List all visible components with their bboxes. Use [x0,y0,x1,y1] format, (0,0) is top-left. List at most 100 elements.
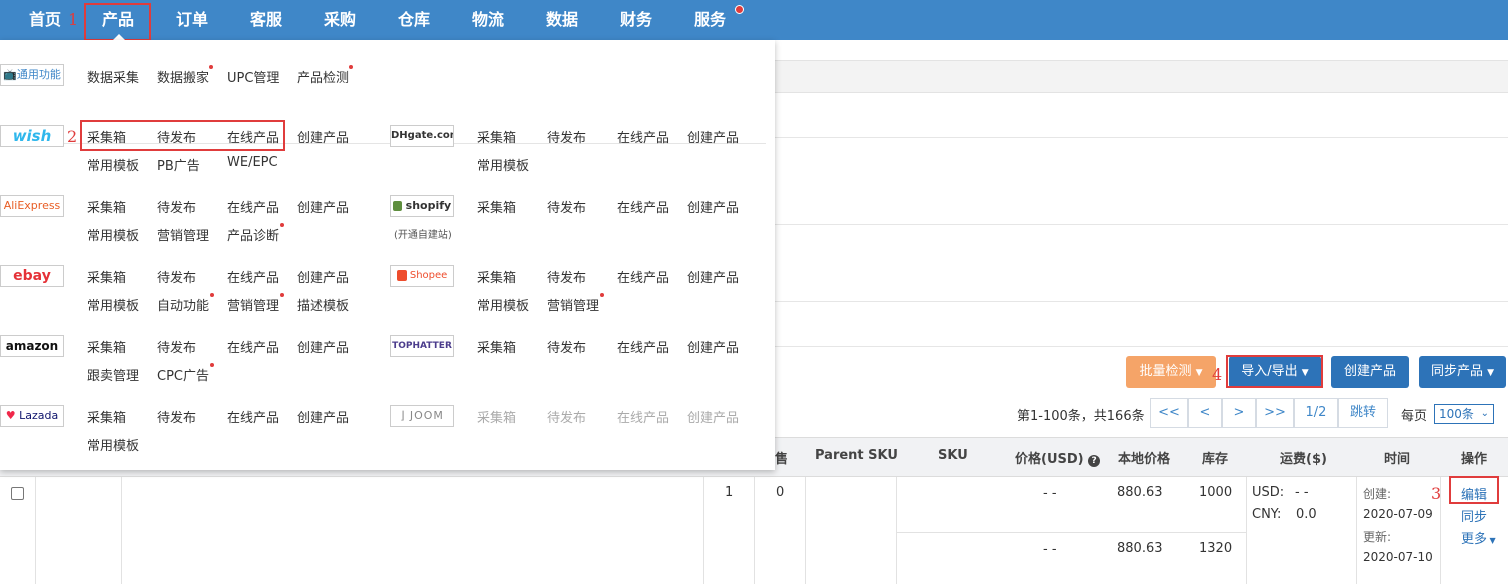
dhgate-collect-box[interactable]: 采集箱 [477,127,516,146]
highlight-box-wish [80,120,285,151]
ebay-templates[interactable]: 常用模板 [87,295,139,314]
sync-product-button[interactable]: 同步产品 ▼ [1419,356,1506,388]
batch-check-button[interactable]: 批量检测 ▼ [1126,356,1216,388]
aliexpress-diagnosis[interactable]: 产品诊断 [227,225,279,244]
menu-product-check[interactable]: 产品检测 [297,67,349,86]
nav-finance[interactable]: 财务 [606,0,666,40]
sync-link[interactable]: 同步 [1461,506,1487,525]
nav-home[interactable]: 首页 [15,0,75,40]
shopee-templates[interactable]: 常用模板 [477,295,529,314]
amazon-online[interactable]: 在线产品 [227,337,279,356]
row-checkbox[interactable] [11,487,24,500]
more-label: 更多 [1461,532,1488,547]
lazada-create[interactable]: 创建产品 [297,407,349,426]
ebay-auto-functions[interactable]: 自动功能 [157,295,209,314]
th-actions: 操作 [1461,452,1488,467]
nav-data[interactable]: 数据 [532,0,592,40]
more-link[interactable]: 更多 ▼ [1461,528,1496,547]
wish-pb-ads[interactable]: PB广告 [157,155,200,174]
shopee-marketing[interactable]: 营销管理 [547,295,599,314]
products-dropdown-menu: 📺通用功能 数据采集 数据搬家 UPC管理 产品检测 wish 2 采集箱 待发… [0,40,775,470]
nav-purchase[interactable]: 采购 [310,0,370,40]
new-dot-icon [349,65,353,69]
amazon-collect-box[interactable]: 采集箱 [87,337,126,356]
wish-templates[interactable]: 常用模板 [87,155,139,174]
grid-line [754,477,755,584]
tophatter-collect-box[interactable]: 采集箱 [477,337,516,356]
help-icon[interactable]: ? [1088,455,1101,467]
shopee-pending[interactable]: 待发布 [547,267,586,286]
tophatter-online[interactable]: 在线产品 [617,337,669,356]
lazada-online[interactable]: 在线产品 [227,407,279,426]
shopify-pending[interactable]: 待发布 [547,197,586,216]
ebay-pending[interactable]: 待发布 [157,267,196,286]
joom-mark-icon: ⌋ [400,409,406,422]
amazon-create[interactable]: 创建产品 [297,337,349,356]
ebay-collect-box[interactable]: 采集箱 [87,267,126,286]
joom-logo-text: JOOM [409,409,444,422]
new-dot-icon [210,363,214,367]
dhgate-online[interactable]: 在线产品 [617,127,669,146]
shopify-create[interactable]: 创建产品 [687,197,739,216]
lazada-logo: ♥ Lazada [0,405,64,427]
lazada-collect-box[interactable]: 采集箱 [87,407,126,426]
tophatter-pending[interactable]: 待发布 [547,337,586,356]
nav-services[interactable]: 服务 [680,0,740,40]
next-page-button[interactable]: > [1222,398,1256,428]
prev-page-button[interactable]: < [1188,398,1222,428]
batch-check-label: 批量检测 [1139,364,1192,379]
shopee-create[interactable]: 创建产品 [687,267,739,286]
nav-logistics[interactable]: 物流 [458,0,518,40]
lazada-pending[interactable]: 待发布 [157,407,196,426]
create-product-button[interactable]: 创建产品 [1331,356,1409,388]
ebay-marketing[interactable]: 营销管理 [227,295,279,314]
dhgate-pending[interactable]: 待发布 [547,127,586,146]
shopify-online[interactable]: 在线产品 [617,197,669,216]
shopify-note: (开通自建站) [394,230,452,241]
shopify-collect-box[interactable]: 采集箱 [477,197,516,216]
shopee-collect-box[interactable]: 采集箱 [477,267,516,286]
amazon-cpc-ads[interactable]: CPC广告 [157,365,209,384]
first-page-button[interactable]: << [1150,398,1188,428]
cell-price-2: - - [1043,542,1057,557]
dhgate-templates[interactable]: 常用模板 [477,155,529,174]
wish-create[interactable]: 创建产品 [297,127,349,146]
th-price-label: 价格(USD) [1015,452,1084,467]
divider [775,301,1508,302]
per-page-value: 100条 [1439,407,1474,421]
nav-warehouse[interactable]: 仓库 [384,0,444,40]
aliexpress-create[interactable]: 创建产品 [297,197,349,216]
nav-orders[interactable]: 订单 [162,0,222,40]
per-page-select[interactable]: 100条 ⌄ [1434,404,1494,424]
aliexpress-marketing[interactable]: 营销管理 [157,225,209,244]
wish-we-epc[interactable]: WE/EPC [227,155,278,170]
last-page-button[interactable]: >> [1256,398,1294,428]
jump-button[interactable]: 跳转 [1338,398,1388,428]
aliexpress-pending[interactable]: 待发布 [157,197,196,216]
filter-band [775,60,1508,93]
dhgate-create[interactable]: 创建产品 [687,127,739,146]
nav-customer-service[interactable]: 客服 [236,0,296,40]
menu-data-collect[interactable]: 数据采集 [87,67,139,86]
ebay-create[interactable]: 创建产品 [297,267,349,286]
menu-upc-manage[interactable]: UPC管理 [227,67,279,86]
shopee-online[interactable]: 在线产品 [617,267,669,286]
joom-create: 创建产品 [687,411,740,426]
ebay-description-templates[interactable]: 描述模板 [297,295,349,314]
amazon-pending[interactable]: 待发布 [157,337,196,356]
amazon-follow-sell[interactable]: 跟卖管理 [87,365,139,384]
tophatter-create[interactable]: 创建产品 [687,337,739,356]
per-page-label: 每页 [1401,409,1428,424]
aliexpress-templates[interactable]: 常用模板 [87,225,139,244]
menu-data-move[interactable]: 数据搬家 [157,67,209,86]
chevron-down-icon: ⌄ [1480,408,1489,419]
aliexpress-online[interactable]: 在线产品 [227,197,279,216]
page-indicator: 1/2 [1294,398,1338,428]
shipping-usd-value: - - [1295,485,1309,500]
shopping-bag-icon [392,201,402,211]
highlight-box-import-export [1226,355,1323,388]
lazada-templates[interactable]: 常用模板 [87,435,139,454]
ebay-online[interactable]: 在线产品 [227,267,279,286]
aliexpress-collect-box[interactable]: 采集箱 [87,197,126,216]
annotation-3: 3 [1431,484,1442,503]
